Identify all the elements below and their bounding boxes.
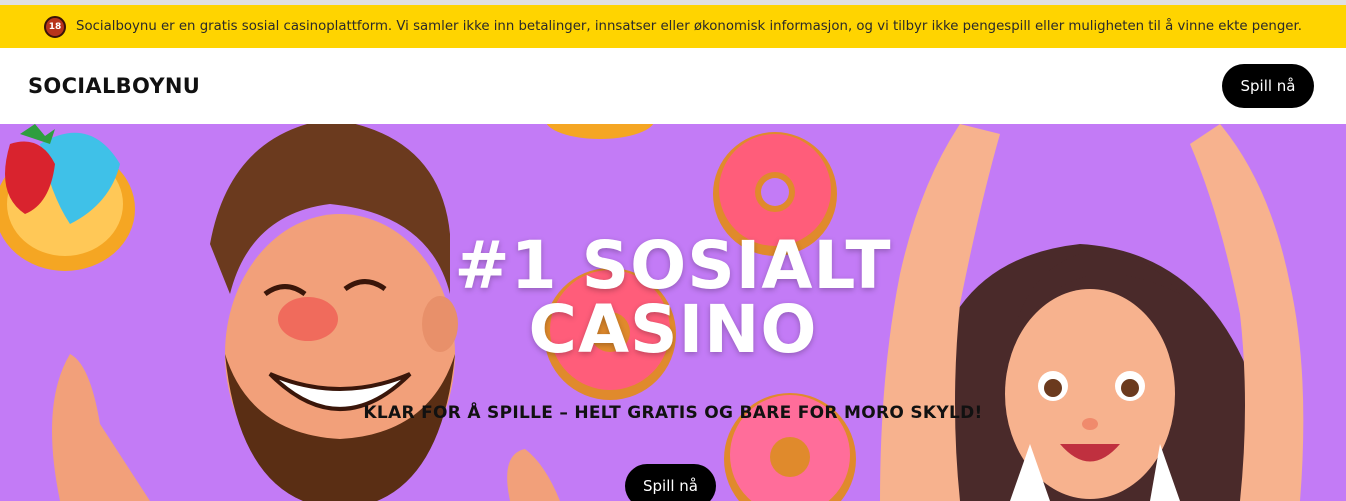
hero-title-line-2: CASINO: [528, 291, 818, 368]
notice-bar: 18 Socialboynu er en gratis sosial casin…: [0, 0, 1346, 48]
hero-banner: #1 SOSIALT CASINO KLAR FOR Å SPILLE – HE…: [0, 124, 1346, 501]
logo[interactable]: SOCIALBOYNU: [28, 74, 200, 98]
donut-icon: [546, 124, 654, 139]
hero-subtitle: KLAR FOR Å SPILLE – HELT GRATIS OG BARE …: [363, 403, 983, 423]
header-play-button[interactable]: Spill nå: [1222, 64, 1314, 108]
age-18-icon: 18: [44, 15, 67, 38]
site-header: SOCIALBOYNU Spill nå: [0, 48, 1346, 124]
hero-play-button[interactable]: Spill nå: [625, 464, 716, 501]
hero-title: #1 SOSIALT CASINO: [0, 233, 1346, 363]
notice-text: Socialboynu er en gratis sosial casinopl…: [76, 19, 1302, 34]
